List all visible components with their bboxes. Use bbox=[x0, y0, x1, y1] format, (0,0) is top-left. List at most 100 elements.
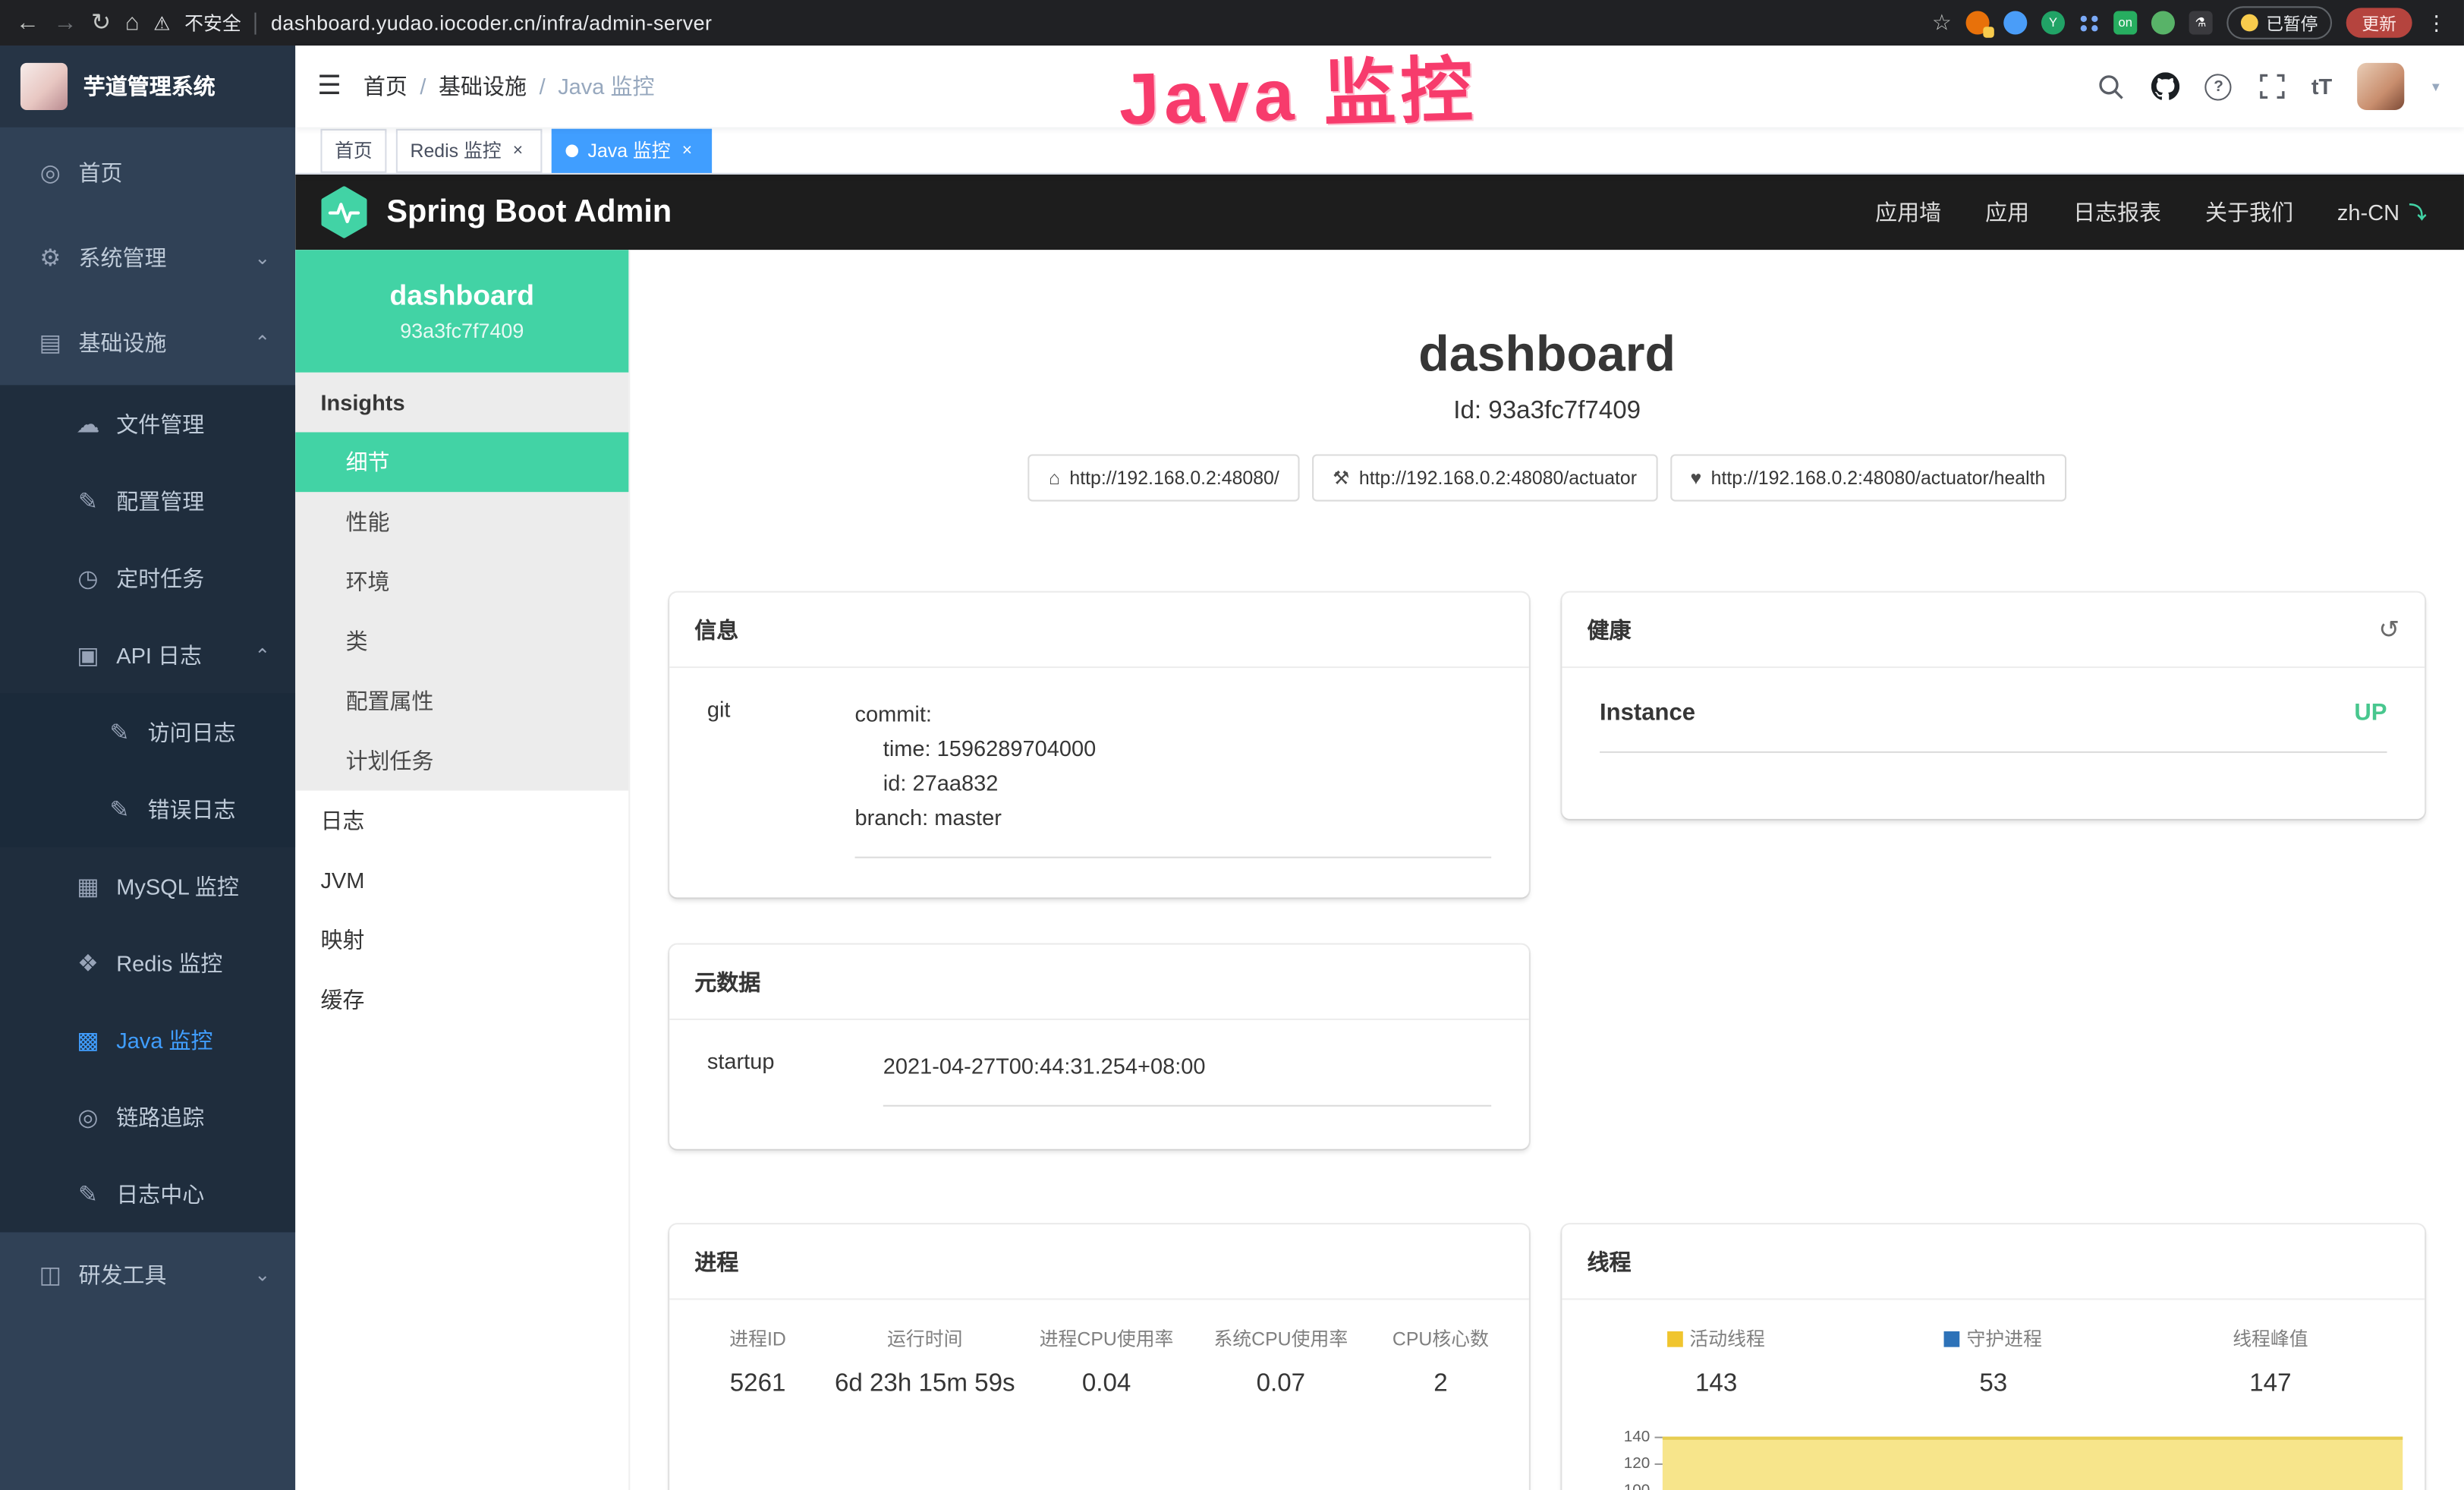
sidebar-item-api-logs[interactable]: ▣ API 日志 ⌃ bbox=[0, 616, 295, 693]
paused-badge[interactable]: 已暂停 bbox=[2226, 6, 2332, 39]
sba-item-scheduled-tasks[interactable]: 计划任务 bbox=[295, 731, 628, 791]
config-icon: ✎ bbox=[69, 487, 107, 515]
sidebar-item-label: Java 监控 bbox=[116, 1024, 212, 1055]
back-button[interactable]: ← bbox=[16, 11, 39, 34]
timer-icon: ◷ bbox=[69, 563, 107, 591]
locale-selector[interactable]: zh-CN ⤵ bbox=[2337, 200, 2426, 225]
legend-swatch-blue bbox=[1945, 1331, 1961, 1347]
wrench-icon: ⚒ bbox=[1333, 467, 1349, 489]
app-title: 芋道管理系统 bbox=[83, 71, 216, 102]
sidebar-item-redis-monitor[interactable]: ❖ Redis 监控 bbox=[0, 925, 295, 1001]
font-size-icon[interactable]: tT bbox=[2311, 74, 2332, 99]
fullscreen-icon[interactable] bbox=[2258, 72, 2286, 100]
sidebar-item-devtools[interactable]: ◫ 研发工具 ⌄ bbox=[0, 1232, 295, 1317]
sba-nav-wallboard[interactable]: 应用墙 bbox=[1875, 197, 1941, 228]
app-logo[interactable]: 芋道管理系统 bbox=[0, 46, 295, 128]
sba-item-logs[interactable]: 日志 bbox=[295, 791, 628, 851]
column-value: 5261 bbox=[685, 1371, 830, 1399]
threads-chart: 140 120 100 bbox=[1562, 1424, 2425, 1490]
instance-header[interactable]: dashboard 93a3fc7f7409 bbox=[295, 250, 628, 373]
tab-home[interactable]: 首页 bbox=[320, 128, 386, 172]
sidebar-item-log-center[interactable]: ✎ 日志中心 bbox=[0, 1155, 295, 1232]
legend-value: 143 bbox=[1578, 1371, 1855, 1399]
threads-card: 线程 活动线程 143 守护进程 53 线程峰值 147 bbox=[1562, 1224, 2425, 1490]
breadcrumb-home[interactable]: 首页 bbox=[363, 71, 408, 102]
sidebar-toggle-icon[interactable]: ☰ bbox=[317, 71, 341, 102]
sidebar-item-access-logs[interactable]: ✎ 访问日志 bbox=[0, 693, 295, 770]
extension-icon[interactable] bbox=[1966, 11, 1990, 34]
close-icon[interactable]: × bbox=[508, 140, 528, 160]
extension-icon[interactable] bbox=[2151, 11, 2175, 34]
service-url-button[interactable]: ⌂ http://192.168.0.2:48080/ bbox=[1028, 454, 1300, 501]
page-subtitle: Id: 93a3fc7f7409 bbox=[630, 398, 2464, 426]
sba-nav-applications[interactable]: 应用 bbox=[1985, 197, 2029, 228]
extension-icon[interactable]: on bbox=[2113, 11, 2137, 34]
sba-item-config-props[interactable]: 配置属性 bbox=[295, 671, 628, 731]
sidebar-item-error-logs[interactable]: ✎ 错误日志 bbox=[0, 770, 295, 847]
extension-icon[interactable]: ⚗ bbox=[2189, 11, 2213, 34]
sidebar-item-scheduled-jobs[interactable]: ◷ 定时任务 bbox=[0, 539, 295, 616]
update-button[interactable]: 更新 bbox=[2346, 8, 2412, 37]
sba-item-details[interactable]: 细节 bbox=[295, 432, 628, 492]
sidebar-item-label: 错误日志 bbox=[148, 793, 236, 824]
column-header: 进程ID bbox=[685, 1325, 830, 1352]
sidebar-item-infrastructure[interactable]: ▤ 基础设施 ⌃ bbox=[0, 301, 295, 386]
screen: ← → ↻ ⌂ ⚠ 不安全 dashboard.yudao.iocoder.cn… bbox=[0, 0, 2464, 1490]
breadcrumb-current: Java 监控 bbox=[558, 71, 654, 102]
address-bar[interactable]: dashboard.yudao.iocoder.cn/infra/admin-s… bbox=[271, 11, 712, 34]
column-value: 0.04 bbox=[1019, 1371, 1194, 1399]
sba-nav-about[interactable]: 关于我们 bbox=[2205, 197, 2293, 228]
actuator-url-button[interactable]: ⚒ http://192.168.0.2:48080/actuator bbox=[1312, 454, 1657, 501]
sba-sidebar: dashboard 93a3fc7f7409 Insights 细节 性能 环境… bbox=[295, 250, 630, 1490]
tab-java-monitor[interactable]: Java 监控 × bbox=[552, 128, 712, 172]
user-avatar[interactable] bbox=[2357, 63, 2404, 110]
process-card-title: 进程 bbox=[694, 1246, 738, 1277]
sba-item-performance[interactable]: 性能 bbox=[295, 492, 628, 552]
git-id-line: id: 27aa832 bbox=[883, 765, 1491, 800]
history-icon[interactable]: ↺ bbox=[2378, 614, 2399, 645]
instance-id: 93a3fc7f7409 bbox=[295, 319, 628, 342]
forward-button[interactable]: → bbox=[53, 11, 77, 34]
sba-brand[interactable]: Spring Boot Admin bbox=[317, 185, 672, 238]
sba-nav-journal[interactable]: 日志报表 bbox=[2073, 197, 2161, 228]
sidebar-item-config-mgmt[interactable]: ✎ 配置管理 bbox=[0, 462, 295, 539]
home-button[interactable]: ⌂ bbox=[125, 11, 140, 34]
process-col-uptime: 运行时间 6d 23h 15m 59s bbox=[830, 1325, 1019, 1399]
extension-icon[interactable] bbox=[2003, 11, 2027, 34]
sba-item-jvm[interactable]: JVM bbox=[295, 850, 628, 910]
sba-item-caches[interactable]: 缓存 bbox=[295, 970, 628, 1030]
sidebar-item-mysql-monitor[interactable]: ▦ MySQL 监控 bbox=[0, 847, 295, 924]
breadcrumb-section[interactable]: 基础设施 bbox=[439, 71, 527, 102]
sidebar-item-label: 研发工具 bbox=[79, 1259, 167, 1290]
help-icon[interactable]: ? bbox=[2204, 72, 2233, 100]
sidebar-item-label: API 日志 bbox=[116, 639, 202, 670]
extension-icon[interactable] bbox=[2079, 13, 2100, 33]
github-icon[interactable] bbox=[2151, 72, 2179, 100]
column-header: CPU核心数 bbox=[1368, 1325, 1513, 1352]
sba-item-classes[interactable]: 类 bbox=[295, 612, 628, 672]
sidebar-item-file-mgmt[interactable]: ☁ 文件管理 bbox=[0, 385, 295, 461]
extension-icon[interactable]: Y bbox=[2041, 11, 2065, 34]
sidebar-item-tracing[interactable]: ◎ 链路追踪 bbox=[0, 1079, 295, 1155]
health-url-button[interactable]: ♥ http://192.168.0.2:48080/actuator/heal… bbox=[1670, 454, 2066, 501]
legend-label: 守护进程 bbox=[1967, 1325, 2042, 1352]
sidebar-item-system[interactable]: ⚙ 系统管理 ⌄ bbox=[0, 216, 295, 301]
url-divider bbox=[255, 12, 256, 34]
tab-redis-monitor[interactable]: Redis 监控 × bbox=[396, 128, 543, 172]
avatar-caret-icon[interactable]: ▼ bbox=[2430, 80, 2442, 94]
sidebar-item-label: 配置管理 bbox=[116, 485, 204, 516]
metadata-key: startup bbox=[707, 1048, 883, 1107]
sba-item-mappings[interactable]: 映射 bbox=[295, 910, 628, 970]
search-icon[interactable] bbox=[2097, 72, 2126, 100]
bookmark-star-icon[interactable]: ☆ bbox=[1932, 9, 1952, 36]
sidebar-item-home[interactable]: ◎ 首页 bbox=[0, 131, 295, 216]
health-card: 健康 ↺ Instance UP bbox=[1562, 593, 2425, 819]
git-time-line: time: 1596289704000 bbox=[883, 731, 1491, 766]
sidebar-item-java-monitor[interactable]: ▩ Java 监控 bbox=[0, 1001, 295, 1078]
close-icon[interactable]: × bbox=[677, 140, 697, 160]
sba-item-environment[interactable]: 环境 bbox=[295, 552, 628, 612]
browser-menu-icon[interactable]: ⋮ bbox=[2426, 10, 2448, 35]
reload-button[interactable]: ↻ bbox=[91, 11, 111, 34]
sba-body: dashboard 93a3fc7f7409 Insights 细节 性能 环境… bbox=[295, 250, 2464, 1490]
sidebar-item-label: 日志中心 bbox=[116, 1178, 204, 1209]
